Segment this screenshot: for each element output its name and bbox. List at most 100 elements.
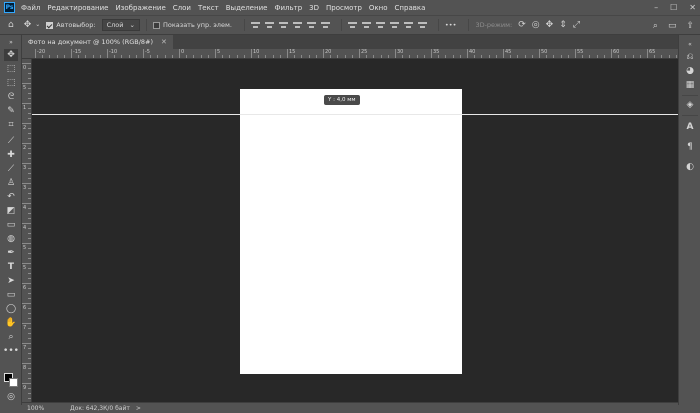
ruler-minor-tick (49, 55, 51, 58)
search-icon[interactable]: ⌕ (653, 21, 658, 31)
color-icon[interactable]: ◕ (684, 65, 696, 77)
ruler-minor-tick (222, 55, 224, 58)
menu-3d[interactable]: 3D (309, 4, 319, 12)
ruler-minor-tick (28, 158, 31, 159)
move-tool-preset-icon[interactable]: ✥ (24, 20, 32, 30)
close-tab-icon[interactable]: ✕ (161, 38, 167, 46)
menu-file[interactable]: Файл (21, 4, 40, 12)
ruler-label: 6 (23, 305, 27, 311)
document-info[interactable]: Док: 642,3К/0 байт > (62, 405, 141, 412)
show-controls-option[interactable]: Показать упр. элем. (152, 21, 232, 29)
autoselect-checkbox[interactable] (46, 21, 54, 29)
eyedropper-icon[interactable]: ⟋ (4, 135, 18, 147)
show-controls-checkbox[interactable] (152, 21, 160, 29)
menu-image[interactable]: Изображение (115, 4, 165, 12)
zoom-level[interactable]: 100% (22, 405, 62, 412)
align-vcenter-icon[interactable] (264, 21, 274, 29)
ruler-minor-tick (553, 55, 555, 58)
background-color-swatch[interactable] (9, 378, 18, 387)
collapse-icon[interactable]: « (684, 38, 696, 50)
minimize-icon[interactable]: – (654, 3, 658, 12)
quick-mask-icon[interactable]: ◎ (4, 391, 18, 403)
menu-filter[interactable]: Фильтр (274, 4, 302, 12)
ruler-minor-tick (28, 298, 31, 299)
align-bottom-icon[interactable] (278, 21, 288, 29)
ruler-minor-tick (28, 228, 31, 229)
vertical-ruler[interactable]: 0 5 1 2 2 3 3 4 4 5 5 6 6 7 7 8 9 (22, 59, 32, 402)
brush-icon[interactable]: ⟋ (4, 163, 18, 175)
more-options-button[interactable]: ••• (445, 21, 457, 29)
collapse-icon[interactable]: » (4, 37, 18, 49)
ruler-minor-tick (459, 55, 461, 58)
ruler-major-tick (215, 49, 216, 58)
gradient-icon[interactable]: ▭ (4, 219, 18, 231)
menu-edit[interactable]: Редактирование (47, 4, 108, 12)
quick-select-icon[interactable]: ✎ (4, 105, 18, 117)
artboard-icon[interactable]: ⬚ (4, 63, 18, 75)
zoom-icon[interactable]: ⌕ (4, 331, 18, 343)
distribute-right-icon[interactable] (417, 21, 427, 29)
crop-icon[interactable]: ⌗ (4, 119, 18, 131)
menu-view[interactable]: Просмотр (326, 4, 362, 12)
align-hcenter-icon[interactable] (306, 21, 316, 29)
align-top-icon[interactable] (250, 21, 260, 29)
marquee-icon[interactable]: ⬚ (4, 77, 18, 89)
horizontal-ruler[interactable]: -20 -15 -10 -5 0 5 10 15 20 25 30 35 40 45 50 55 60 65 (22, 49, 678, 59)
autoselect-option[interactable]: Автовыбор: (46, 21, 96, 29)
distribute-bottom-icon[interactable] (375, 21, 385, 29)
paragraph-icon[interactable]: ¶ (684, 141, 696, 153)
type-icon[interactable]: T (4, 261, 18, 273)
healing-brush-icon[interactable]: ✚ (4, 149, 18, 161)
distribute-hcenter-icon[interactable] (403, 21, 413, 29)
ruler-minor-tick (265, 55, 267, 58)
align-right-icon[interactable] (320, 21, 330, 29)
chevron-down-icon[interactable]: ⌄ (35, 22, 40, 28)
ruler-minor-tick (28, 213, 31, 214)
path-select-icon[interactable]: ➤ (4, 275, 18, 287)
blur-icon[interactable]: ◍ (4, 233, 18, 245)
rectangle-icon[interactable]: ▭ (4, 289, 18, 301)
distribute-vcenter-icon[interactable] (361, 21, 371, 29)
ellipse-icon[interactable]: ◯ (4, 303, 18, 315)
menu-window[interactable]: Окно (369, 4, 388, 12)
layers-icon[interactable]: ◈ (684, 99, 696, 111)
maximize-icon[interactable]: ☐ (670, 3, 677, 12)
swatches-icon[interactable]: ▦ (684, 79, 696, 91)
history-icon[interactable]: ⎌ (684, 51, 696, 63)
distribute-left-icon[interactable] (389, 21, 399, 29)
status-menu-arrow-icon[interactable]: > (136, 405, 141, 412)
menu-type[interactable]: Текст (198, 4, 219, 12)
align-left-icon[interactable] (292, 21, 302, 29)
distribute-top-icon[interactable] (347, 21, 357, 29)
adjustments-icon[interactable]: ◐ (684, 161, 696, 173)
character-icon[interactable]: A (684, 121, 696, 133)
document-canvas[interactable] (240, 89, 462, 374)
clone-stamp-icon[interactable]: ♙ (4, 177, 18, 189)
photoshop-logo-icon[interactable]: Ps (4, 2, 15, 13)
ruler-major-tick (22, 243, 31, 244)
ruler-minor-tick (28, 153, 31, 154)
pen-icon[interactable]: ✒ (4, 247, 18, 259)
menu-select[interactable]: Выделение (226, 4, 268, 12)
ruler-minor-tick (661, 55, 663, 58)
ruler-minor-tick (193, 55, 195, 58)
autoselect-target-select[interactable]: Слой ⌄ (101, 19, 140, 31)
canvas-area[interactable]: Y : 4,0 мм (32, 59, 678, 402)
menu-help[interactable]: Справка (395, 4, 426, 12)
document-tab[interactable]: Фото на документ @ 100% (RGB/8#) ✕ (22, 35, 173, 49)
share-icon[interactable]: ⇪ (686, 21, 694, 31)
home-icon[interactable]: ⌂ (8, 20, 14, 30)
ruler-minor-tick (603, 55, 605, 58)
hand-icon[interactable]: ✋ (4, 317, 18, 329)
eraser-icon[interactable]: ◩ (4, 205, 18, 217)
move-icon[interactable]: ✥ (4, 49, 18, 61)
more-tools-icon[interactable]: ••• (3, 345, 19, 357)
ruler-minor-tick (171, 55, 173, 58)
ruler-minor-tick (28, 278, 31, 279)
workspace-icon[interactable]: ▭ (668, 21, 677, 31)
menu-layers[interactable]: Слои (173, 4, 191, 12)
history-brush-icon[interactable]: ↶ (4, 191, 18, 203)
lasso-icon[interactable]: ᘓ (4, 91, 18, 103)
close-icon[interactable]: ✕ (689, 3, 696, 12)
horizontal-guide[interactable] (32, 114, 678, 115)
